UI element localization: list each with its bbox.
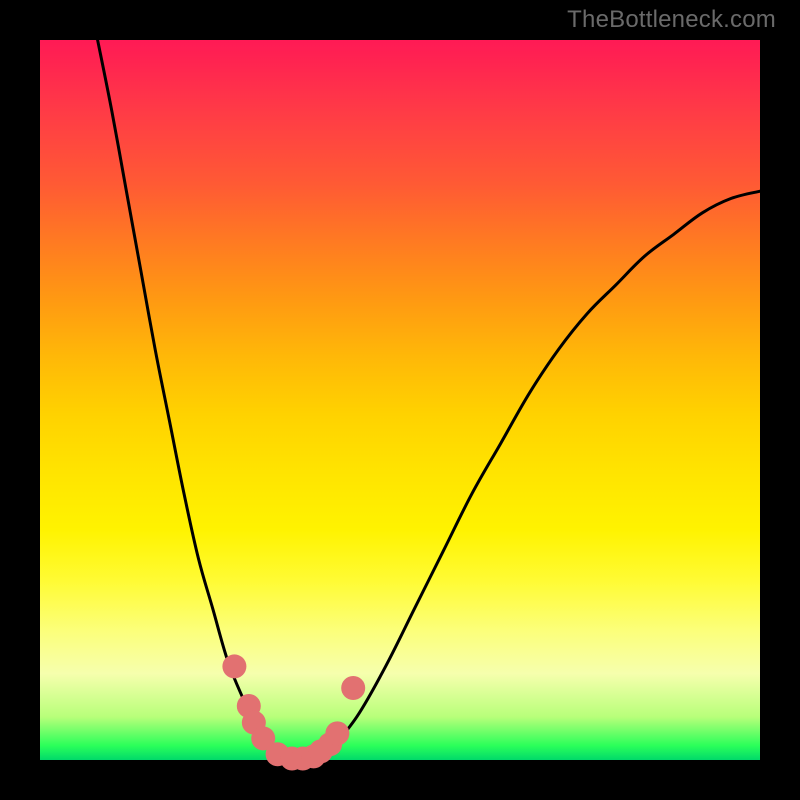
highlight-dots xyxy=(222,654,365,770)
plot-area xyxy=(40,40,760,760)
highlight-dot xyxy=(222,654,246,678)
curve-lines xyxy=(98,40,760,761)
bottleneck-curve xyxy=(98,40,760,761)
attribution-label: TheBottleneck.com xyxy=(567,6,776,34)
highlight-dot xyxy=(341,676,365,700)
highlight-dot xyxy=(325,721,349,745)
chart-frame: TheBottleneck.com xyxy=(0,0,800,800)
curve-layer xyxy=(40,40,760,760)
